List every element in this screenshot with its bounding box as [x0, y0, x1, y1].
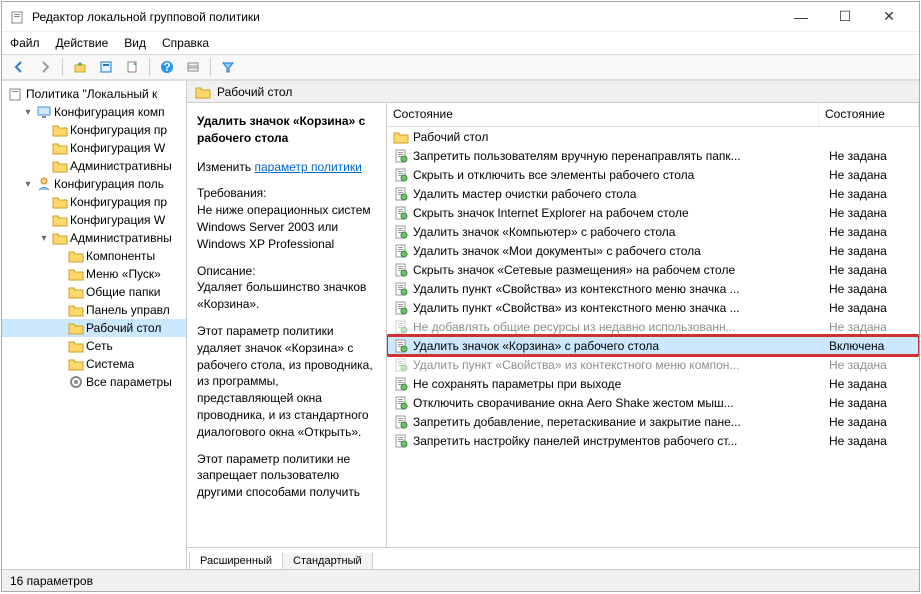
- list-row[interactable]: Удалить значок «Корзина» с рабочего стол…: [387, 336, 919, 355]
- list-row[interactable]: Запретить настройку панелей инструментов…: [387, 431, 919, 450]
- list-row[interactable]: Удалить мастер очистки рабочего столаНе …: [387, 184, 919, 203]
- filter-button[interactable]: [217, 56, 239, 78]
- tree-item[interactable]: Конфигурация пр: [2, 193, 186, 211]
- column-name[interactable]: Состояние: [387, 103, 819, 126]
- tree-item[interactable]: Конфигурация W: [2, 139, 186, 157]
- menubar: Файл Действие Вид Справка: [2, 32, 919, 54]
- menu-action[interactable]: Действие: [56, 36, 109, 50]
- tree-root[interactable]: Политика "Локальный к: [2, 85, 186, 103]
- tree-item[interactable]: Рабочий стол: [2, 319, 186, 337]
- column-state[interactable]: Состояние: [819, 103, 919, 126]
- edit-policy-link[interactable]: параметр политики: [254, 160, 361, 174]
- list-rows: Рабочий столЗапретить пользователям вруч…: [387, 127, 919, 547]
- list-row[interactable]: Не добавлять общие ресурсы из недавно ис…: [387, 317, 919, 336]
- tree-item[interactable]: ▾Конфигурация комп: [2, 103, 186, 121]
- minimize-button[interactable]: —: [779, 3, 823, 31]
- list-button[interactable]: [182, 56, 204, 78]
- tree-item[interactable]: Административны: [2, 157, 186, 175]
- tree-item[interactable]: Меню «Пуск»: [2, 265, 186, 283]
- tree-item[interactable]: Конфигурация пр: [2, 121, 186, 139]
- titlebar: Редактор локальной групповой политики — …: [2, 2, 919, 32]
- app-window: Редактор локальной групповой политики — …: [1, 1, 920, 592]
- toolbar: ?: [2, 54, 919, 80]
- list-row[interactable]: Удалить пункт «Свойства» из контекстного…: [387, 355, 919, 374]
- tree-item[interactable]: ▾Административны: [2, 229, 186, 247]
- app-icon: [10, 9, 26, 25]
- tree-item[interactable]: ▾Конфигурация поль: [2, 175, 186, 193]
- content-area: Политика "Локальный к ▾Конфигурация комп…: [2, 80, 919, 569]
- main-header: Рабочий стол: [187, 81, 919, 103]
- tab-extended[interactable]: Расширенный: [189, 552, 283, 569]
- list-row[interactable]: Не сохранять параметры при выходеНе зада…: [387, 374, 919, 393]
- list-row[interactable]: Удалить значок «Компьютер» с рабочего ст…: [387, 222, 919, 241]
- tab-standard[interactable]: Стандартный: [282, 552, 373, 569]
- main-header-title: Рабочий стол: [217, 85, 292, 99]
- main-pane: Рабочий стол Удалить значок «Корзина» с …: [187, 81, 919, 569]
- tree-item[interactable]: Панель управл: [2, 301, 186, 319]
- tree-item[interactable]: Общие папки: [2, 283, 186, 301]
- export-button[interactable]: [121, 56, 143, 78]
- tabs: Расширенный Стандартный: [187, 547, 919, 569]
- forward-button[interactable]: [34, 56, 56, 78]
- maximize-button[interactable]: ☐: [823, 3, 867, 31]
- list-row[interactable]: Скрыть значок Internet Explorer на рабоч…: [387, 203, 919, 222]
- description-pane: Удалить значок «Корзина» с рабочего стол…: [187, 103, 387, 547]
- list-row[interactable]: Удалить пункт «Свойства» из контекстного…: [387, 279, 919, 298]
- tree-item[interactable]: Компоненты: [2, 247, 186, 265]
- tree-item[interactable]: Сеть: [2, 337, 186, 355]
- menu-help[interactable]: Справка: [162, 36, 209, 50]
- list-pane: Состояние Состояние Рабочий столЗапретит…: [387, 103, 919, 547]
- list-row[interactable]: Запретить пользователям вручную перенапр…: [387, 146, 919, 165]
- list-row[interactable]: Рабочий стол: [387, 127, 919, 146]
- tree-item[interactable]: Все параметры: [2, 373, 186, 391]
- window-title: Редактор локальной групповой политики: [32, 10, 779, 24]
- list-row[interactable]: Отключить сворачивание окна Aero Shake ж…: [387, 393, 919, 412]
- list-row[interactable]: Скрыть и отключить все элементы рабочего…: [387, 165, 919, 184]
- list-row[interactable]: Удалить пункт «Свойства» из контекстного…: [387, 298, 919, 317]
- svg-text:?: ?: [163, 60, 170, 74]
- tree-pane: Политика "Локальный к ▾Конфигурация комп…: [2, 81, 187, 569]
- tree-item[interactable]: Система: [2, 355, 186, 373]
- help-button[interactable]: ?: [156, 56, 178, 78]
- list-row[interactable]: Запретить добавление, перетаскивание и з…: [387, 412, 919, 431]
- statusbar: 16 параметров: [2, 569, 919, 591]
- close-button[interactable]: ✕: [867, 3, 911, 31]
- up-button[interactable]: [69, 56, 91, 78]
- list-header: Состояние Состояние: [387, 103, 919, 127]
- list-row[interactable]: Удалить значок «Мои документы» с рабочег…: [387, 241, 919, 260]
- status-text: 16 параметров: [10, 574, 93, 588]
- back-button[interactable]: [8, 56, 30, 78]
- desc-title: Удалить значок «Корзина» с рабочего стол…: [197, 113, 376, 147]
- properties-button[interactable]: [95, 56, 117, 78]
- tree-item[interactable]: Конфигурация W: [2, 211, 186, 229]
- menu-file[interactable]: Файл: [10, 36, 40, 50]
- menu-view[interactable]: Вид: [124, 36, 146, 50]
- list-row[interactable]: Скрыть значок «Сетевые размещения» на ра…: [387, 260, 919, 279]
